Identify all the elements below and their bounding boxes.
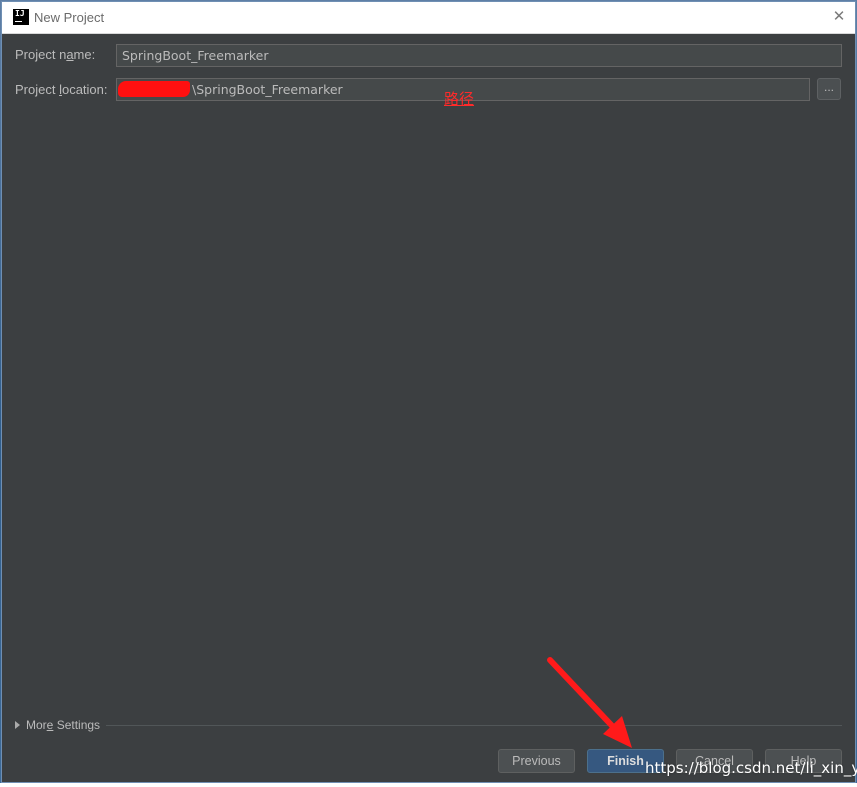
path-annotation: 路径 xyxy=(444,90,475,108)
intellij-app-icon: IJ xyxy=(13,9,29,25)
previous-button[interactable]: Previous xyxy=(498,749,575,773)
browse-button[interactable]: ... xyxy=(817,78,841,100)
settings-divider xyxy=(106,725,842,726)
project-name-label: Project name: xyxy=(15,47,96,62)
more-settings-label: More Settings xyxy=(26,718,101,732)
project-location-value: \SpringBoot_Freemarker xyxy=(192,82,343,97)
close-button[interactable]: ✕ xyxy=(829,7,849,27)
redaction-mark xyxy=(118,81,190,97)
project-name-input[interactable] xyxy=(116,44,842,67)
new-project-dialog: IJ New Project ✕ xyxy=(1,1,856,783)
expand-triangle-icon xyxy=(15,721,20,729)
watermark: https://blog.csdn.net/li_xin_yi xyxy=(645,759,857,777)
window-title: New Project xyxy=(34,10,105,25)
title-bar: IJ New Project ✕ xyxy=(2,2,855,34)
bottom-strip xyxy=(0,783,857,787)
project-location-label: Project location: xyxy=(15,82,108,97)
more-settings-toggle[interactable]: More Settings xyxy=(15,718,100,732)
